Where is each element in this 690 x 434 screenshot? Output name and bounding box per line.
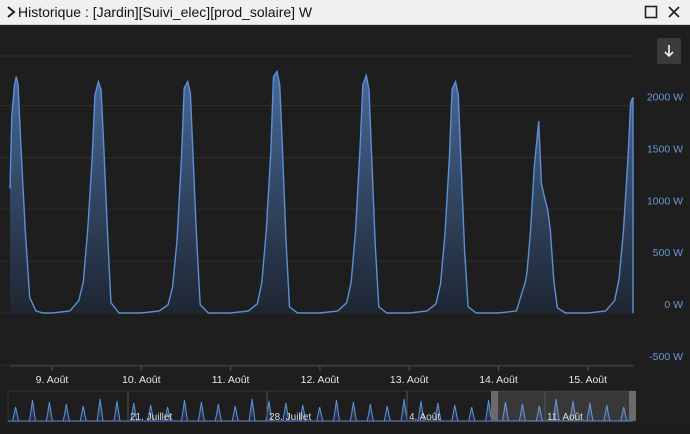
maximize-icon[interactable] <box>643 4 659 20</box>
x-tick-label: 10. Août <box>122 374 161 386</box>
navigator-label: 11. Août <box>547 412 583 423</box>
y-axis-labels: 2000 W 1500 W 1000 W 500 W 0 W -500 W <box>647 92 683 363</box>
y-tick-label: -500 W <box>649 351 683 363</box>
y-tick-label: 2000 W <box>647 92 683 104</box>
y-tick-label: 1000 W <box>647 195 683 207</box>
y-tick-label: 1500 W <box>647 143 683 155</box>
x-tick-label: 9. Août <box>36 374 69 386</box>
x-tick-label: 15. Août <box>569 374 608 386</box>
x-tick-label: 14. Août <box>479 374 518 386</box>
history-chart[interactable]: 2000 W 1500 W 1000 W 500 W 0 W -500 W 9. Août… <box>0 25 690 429</box>
y-tick-label: 0 W <box>664 299 683 311</box>
download-arrow-icon <box>664 45 674 58</box>
close-icon[interactable] <box>666 4 682 20</box>
series-fill <box>10 71 633 314</box>
download-button[interactable] <box>657 38 681 64</box>
x-axis-labels: 9. Août 10. Août 11. Août 12. Août 13. Août 1… <box>36 366 607 386</box>
navigator-handle-left[interactable] <box>491 391 498 421</box>
x-tick-label: 11. Août <box>212 374 250 386</box>
range-navigator[interactable]: 21. Juillet 28. Juillet 4. Août 11. Août <box>7 390 636 423</box>
window-title: Historique : [Jardin][Suivi_elec][prod_s… <box>18 4 313 20</box>
x-tick-label: 12. Août <box>301 374 340 386</box>
navigator-label: 4. Août <box>409 412 440 423</box>
navigator-handle-right[interactable] <box>629 391 636 421</box>
navigator-label: 21. Juillet <box>130 412 172 423</box>
series-area[interactable] <box>9 69 634 314</box>
chart-canvas[interactable]: 2000 W 1500 W 1000 W 500 W 0 W -500 W 9. Août… <box>0 25 690 429</box>
navigator-label: 28. Juillet <box>269 412 311 423</box>
chevron-right-icon[interactable] <box>4 4 18 20</box>
window-titlebar: Historique : [Jardin][Suivi_elec][prod_s… <box>0 0 690 25</box>
y-tick-label: 500 W <box>653 247 683 259</box>
x-tick-label: 13. Août <box>390 374 429 386</box>
